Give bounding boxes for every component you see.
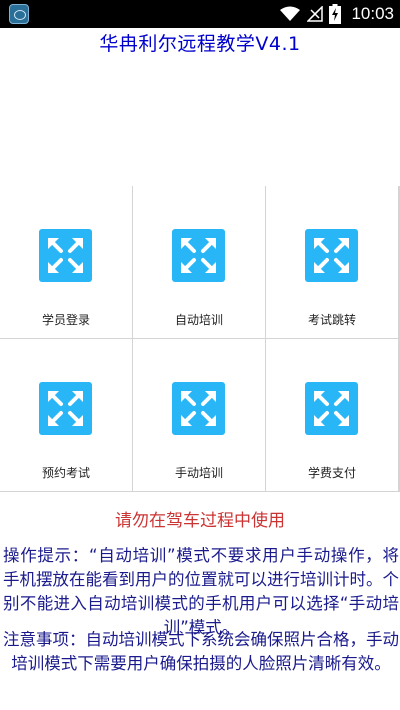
menu-item-label: 手动培训 [174,466,223,480]
menu-item-exam-redirect[interactable]: 考试跳转 [266,186,398,338]
expand-arrows-icon [39,229,92,282]
expand-arrows-icon [305,229,358,282]
operation-tip: 操作提示：“自动培训”模式不要求用户手动操作，将手机摆放在能看到用户的位置就可以… [3,546,399,637]
menu-item-student-login[interactable]: 学员登录 [0,186,132,338]
menu-item-label: 自动培训 [174,313,223,327]
clock: 10:03 [351,4,394,23]
expand-arrows-icon [172,229,225,282]
menu-item-book-exam[interactable]: 预约考试 [0,339,132,491]
menu-item-auto-training[interactable]: 自动培训 [133,186,265,338]
status-bar: 10:03 [0,0,400,28]
app-title: 华冉利尔远程教学V4.1 [99,33,301,55]
menu-item-tuition-payment[interactable]: 学费支付 [266,339,398,491]
menu-item-label: 预约考试 [41,466,90,480]
notice-text: 注意事项：自动培训模式下系统会确保照片合格，手动培训模式下需要用户确保拍摄的人脸… [3,630,399,673]
menu-item-label: 学费支付 [307,466,356,480]
expand-arrows-icon [172,382,225,435]
driving-warning: 请勿在驾车过程中使用 [115,511,285,531]
menu-item-manual-training[interactable]: 手动培训 [133,339,265,491]
expand-arrows-icon [39,382,92,435]
status-icons: 10:03 [279,0,394,28]
app-notification-icon [9,4,29,24]
expand-arrows-icon [305,382,358,435]
signal-icon [307,6,324,22]
menu-item-label: 学员登录 [41,313,90,327]
menu-item-label: 考试跳转 [307,313,356,327]
battery-charging-icon [329,4,342,24]
wifi-icon [280,6,301,21]
menu-grid: 学员登录 自动培训 考试跳转 预约考试 手动培训 学费支付 [0,186,400,492]
